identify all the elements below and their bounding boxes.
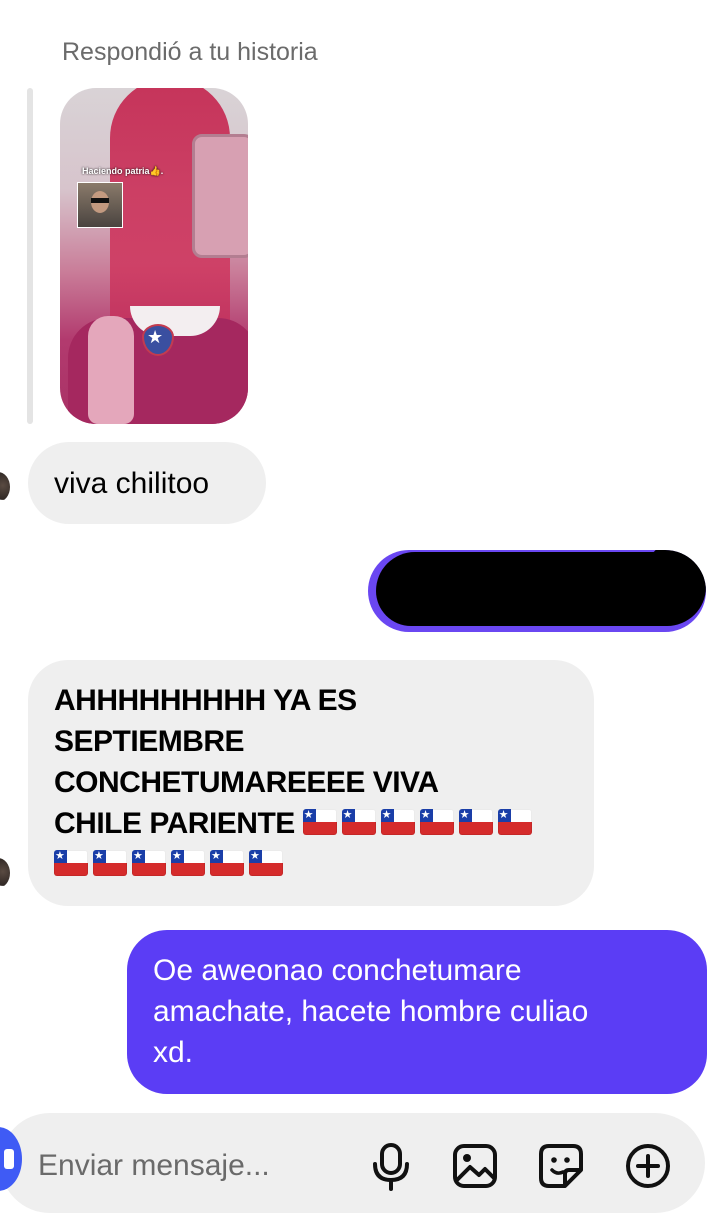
chile-flag-icon [458,809,493,835]
plus-icon[interactable] [624,1140,672,1192]
message-line: amachate, hacete hombre culiao [153,995,589,1028]
message-bubble-incoming[interactable]: viva chilitoo [28,442,266,524]
message-line: CHILE PARIENTE [54,807,295,840]
camera-icon [4,1149,14,1169]
message-line: CONCHETUMAREEEE VIVA [54,766,439,799]
message-line: AHHHHHHHHH YA ES [54,684,357,717]
story-mini-photo [77,182,123,228]
message-bubble-outgoing[interactable]: Oe aweonao conchetumare amachate, hacete… [127,930,707,1094]
chile-flag-icon [380,809,415,835]
chile-flag-icon [497,809,532,835]
chile-flag-icon [54,850,88,876]
message-line: xd. [153,1036,194,1069]
story-caption: Haciendo patria👍. [82,166,164,176]
avatar[interactable] [0,858,10,888]
avatar[interactable] [0,472,10,502]
message-bubble-outgoing-redacted[interactable] [368,550,706,632]
badge-star-icon: ★ [147,327,164,347]
mini-glasses [91,198,109,203]
chile-flag-icon [341,809,376,835]
message-line: SEPTIEMBRE [54,725,245,758]
story-reply-bar [27,88,33,424]
story-bottle [88,316,134,424]
microphone-icon[interactable] [367,1140,415,1192]
story-thumbnail[interactable]: ★ Haciendo patria👍. [60,88,248,424]
story-phone [192,134,248,258]
chile-flag-icon [93,850,127,876]
image-icon[interactable] [451,1140,499,1192]
chile-flag-icon [249,850,283,876]
chile-flag-icon [419,809,454,835]
message-bubble-incoming[interactable]: AHHHHHHHHH YA ES SEPTIEMBRE CONCHETUMARE… [28,660,594,906]
message-text: viva chilitoo [54,467,210,500]
story-reply-label: Respondió a tu historia [62,38,318,66]
chile-flag-icon [171,850,205,876]
chile-flag-icon [132,850,166,876]
chile-flag-icon [302,809,337,835]
chile-flag-icon [210,850,244,876]
message-line: Oe aweonao conchetumare [153,954,522,987]
sticker-icon[interactable] [537,1140,585,1192]
message-input[interactable] [38,1144,338,1188]
